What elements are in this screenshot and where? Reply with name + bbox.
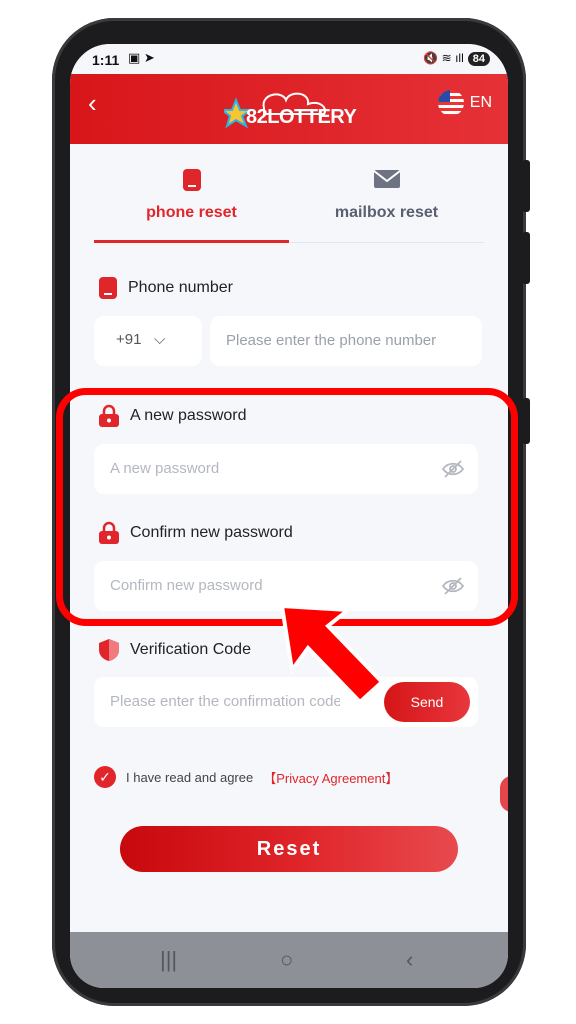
reset-tabs: phone reset mailbox reset bbox=[94, 154, 484, 244]
app-header: ‹ 82LOTTERY EN bbox=[70, 74, 508, 144]
tab-phone-reset[interactable]: phone reset bbox=[94, 154, 289, 242]
agreement-checkbox[interactable]: ✓ bbox=[94, 766, 116, 788]
home-icon[interactable]: ○ bbox=[280, 947, 293, 973]
tab-phone-reset-label: phone reset bbox=[146, 204, 237, 221]
language-label: EN bbox=[469, 94, 492, 111]
tab-mailbox-reset-label: mailbox reset bbox=[334, 204, 439, 221]
active-tab-indicator bbox=[94, 240, 289, 243]
volume-button-lower bbox=[522, 232, 530, 284]
reset-button[interactable]: Reset bbox=[120, 826, 458, 872]
phone-number-label-text: Phone number bbox=[128, 279, 233, 296]
status-time: 1:11 bbox=[92, 52, 120, 68]
app-logo: 82LOTTERY bbox=[219, 86, 357, 132]
country-code-text: +91 bbox=[116, 331, 142, 348]
us-flag-icon bbox=[437, 90, 464, 116]
country-code-value: +91 ⌵ bbox=[116, 331, 166, 348]
phone-icon bbox=[99, 277, 117, 299]
battery-icon: 84 bbox=[467, 52, 490, 66]
tab-mailbox-reset[interactable]: mailbox reset bbox=[289, 154, 484, 242]
agreement-row: ✓ I have read and agree 【Privacy Agreeme… bbox=[94, 766, 398, 788]
back-nav-icon[interactable]: ‹ bbox=[406, 947, 413, 973]
mail-icon bbox=[372, 170, 401, 188]
phone-number-placeholder: Please enter the phone number bbox=[226, 332, 437, 349]
status-left-icons: ▣ ➤ bbox=[128, 50, 155, 65]
shield-icon bbox=[99, 639, 119, 661]
back-icon[interactable]: ‹ bbox=[88, 88, 97, 119]
phone-number-label: Phone number bbox=[98, 276, 233, 300]
logo-text: 82LOTTERY bbox=[246, 106, 357, 128]
status-bar: 1:11 ▣ ➤ 🔇 ≋ ıll 84 bbox=[70, 44, 508, 74]
country-code-select[interactable]: +91 ⌵ bbox=[94, 316, 202, 366]
volume-button bbox=[522, 160, 530, 212]
agreement-text: I have read and agree bbox=[126, 769, 254, 785]
annotation-arrow-icon bbox=[279, 603, 385, 705]
annotation-highlight-box bbox=[56, 388, 518, 626]
verification-code-label: Verification Code bbox=[98, 638, 251, 662]
floating-service-tab[interactable] bbox=[500, 776, 508, 812]
status-right-icons: 🔇 ≋ ıll 84 bbox=[423, 51, 490, 66]
phone-number-input[interactable]: Please enter the phone number bbox=[210, 316, 482, 366]
android-nav-bar: ||| ○ ‹ bbox=[70, 932, 508, 988]
power-button bbox=[522, 398, 530, 444]
privacy-agreement-link[interactable]: 【Privacy Agreement】 bbox=[263, 768, 398, 787]
phone-icon bbox=[182, 169, 201, 191]
recent-apps-icon[interactable]: ||| bbox=[160, 947, 177, 973]
language-switcher[interactable]: EN bbox=[437, 90, 492, 116]
verification-code-label-text: Verification Code bbox=[130, 641, 251, 658]
